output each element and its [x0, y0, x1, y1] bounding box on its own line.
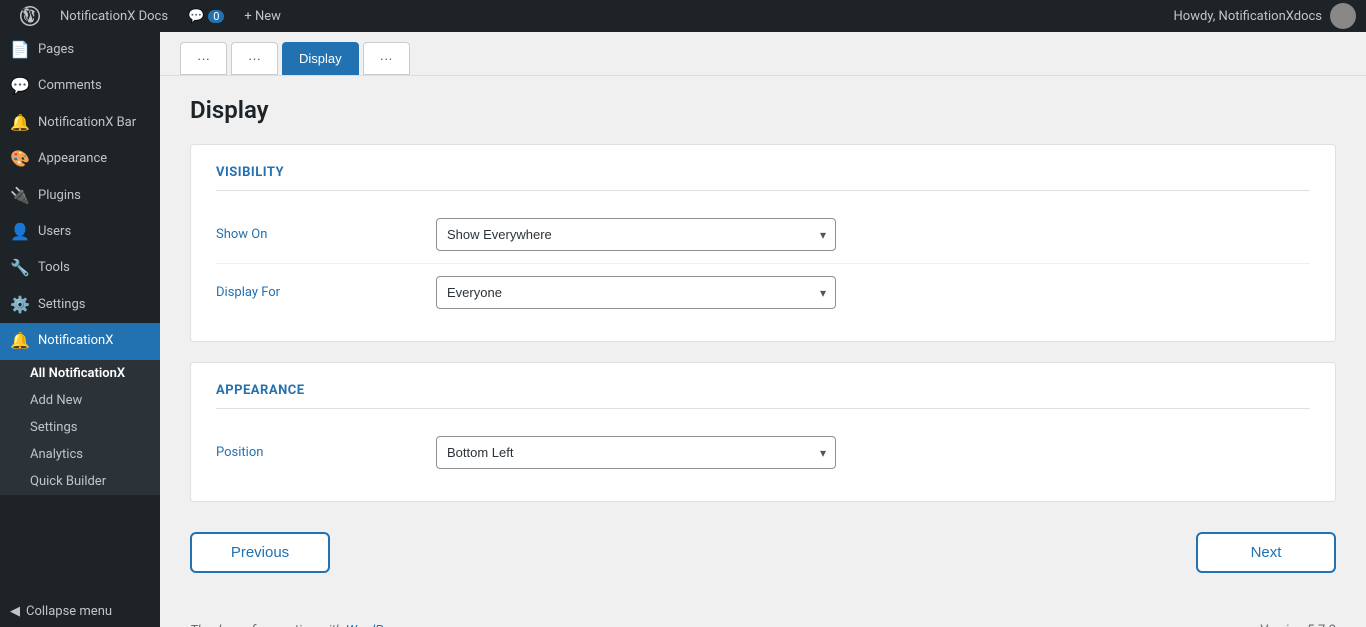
- show-on-select[interactable]: Show Everywhere Show on Specific Pages H…: [436, 218, 836, 251]
- appearance-icon: 🎨: [10, 148, 30, 170]
- visibility-section: VISIBILITY Show On Show Everywhere Show …: [190, 144, 1336, 342]
- position-select-wrapper: Bottom Left Bottom Right Top Left Top Ri…: [436, 436, 836, 469]
- sidebar-pages-label: Pages: [38, 41, 74, 59]
- plugins-icon: 🔌: [10, 185, 30, 207]
- tab-4[interactable]: ···: [363, 42, 410, 75]
- sidebar-item-tools[interactable]: 🔧 Tools: [0, 250, 160, 286]
- page-content: Display VISIBILITY Show On Show Everywhe…: [160, 76, 1366, 613]
- greeting-label: Howdy, NotificationXdocs: [1174, 9, 1322, 24]
- display-for-select-wrapper: Everyone Logged In Users Logged Out User…: [436, 276, 836, 309]
- site-name-label: NotificationX Docs: [60, 9, 168, 24]
- previous-button[interactable]: Previous: [190, 532, 330, 573]
- sidebar-comments-label: Comments: [38, 77, 102, 95]
- sidebar: 📄 Pages 💬 Comments 🔔 NotificationX Bar 🎨…: [0, 32, 160, 627]
- position-control: Bottom Left Bottom Right Top Left Top Ri…: [436, 436, 836, 469]
- sidebar-item-notificationx-bar[interactable]: 🔔 NotificationX Bar: [0, 105, 160, 141]
- tab-1[interactable]: ···: [180, 42, 227, 75]
- collapse-menu-button[interactable]: ◀ Collapse menu: [0, 596, 160, 627]
- sidebar-item-appearance[interactable]: 🎨 Appearance: [0, 141, 160, 177]
- footer-text: Thank you for creating with WordPress.: [190, 623, 410, 627]
- sidebar-appearance-label: Appearance: [38, 150, 107, 168]
- notificationx-bar-icon: 🔔: [10, 112, 30, 134]
- comment-count: 0: [208, 10, 224, 23]
- tabs-bar: ··· ··· Display ···: [160, 32, 1366, 76]
- position-label: Position: [216, 445, 416, 460]
- collapse-icon: ◀: [10, 604, 20, 619]
- wp-logo-button[interactable]: [10, 0, 50, 32]
- sidebar-item-all-notificationx[interactable]: All NotificationX: [0, 360, 160, 387]
- new-content-button[interactable]: + New: [234, 0, 291, 32]
- show-on-label: Show On: [216, 227, 416, 242]
- footer-thank-you: Thank you for creating with: [190, 623, 342, 627]
- admin-bar: NotificationX Docs 💬 0 + New Howdy, Noti…: [0, 0, 1366, 32]
- users-icon: 👤: [10, 221, 30, 243]
- settings-icon: ⚙️: [10, 294, 30, 316]
- sidebar-item-comments[interactable]: 💬 Comments: [0, 68, 160, 104]
- show-on-control: Show Everywhere Show on Specific Pages H…: [436, 218, 836, 251]
- appearance-section-title: APPEARANCE: [216, 383, 1310, 409]
- content-area: ··· ··· Display ··· Display VISIBILITY S…: [160, 32, 1366, 627]
- new-label: + New: [244, 9, 281, 24]
- pages-icon: 📄: [10, 39, 30, 61]
- tools-icon: 🔧: [10, 257, 30, 279]
- sidebar-item-settings-sub[interactable]: Settings: [0, 414, 160, 441]
- site-name-button[interactable]: NotificationX Docs: [50, 0, 178, 32]
- sidebar-submenu-notificationx: All NotificationX Add New Settings Analy…: [0, 360, 160, 495]
- display-for-label: Display For: [216, 285, 416, 300]
- sidebar-settings-label: Settings: [38, 296, 85, 314]
- comments-icon: 💬: [10, 75, 30, 97]
- sidebar-tools-label: Tools: [38, 259, 70, 277]
- footer-version: Version 5.7.2: [1260, 623, 1336, 627]
- comment-icon: 💬: [188, 9, 204, 24]
- sidebar-item-notificationx[interactable]: 🔔 NotificationX: [0, 323, 160, 359]
- footer-wordpress-link[interactable]: WordPress: [346, 623, 407, 627]
- notificationx-icon: 🔔: [10, 330, 30, 352]
- sidebar-item-plugins[interactable]: 🔌 Plugins: [0, 178, 160, 214]
- sidebar-users-label: Users: [38, 223, 71, 241]
- comments-button[interactable]: 💬 0: [178, 0, 234, 32]
- sidebar-item-analytics[interactable]: Analytics: [0, 441, 160, 468]
- sidebar-item-quick-builder[interactable]: Quick Builder: [0, 468, 160, 495]
- show-on-row: Show On Show Everywhere Show on Specific…: [216, 206, 1310, 264]
- sidebar-item-add-new[interactable]: Add New: [0, 387, 160, 414]
- collapse-menu-label: Collapse menu: [26, 604, 112, 619]
- show-on-select-wrapper: Show Everywhere Show on Specific Pages H…: [436, 218, 836, 251]
- display-for-control: Everyone Logged In Users Logged Out User…: [436, 276, 836, 309]
- position-row: Position Bottom Left Bottom Right Top Le…: [216, 424, 1310, 481]
- tab-2[interactable]: ···: [231, 42, 278, 75]
- sidebar-notificationx-bar-label: NotificationX Bar: [38, 114, 136, 132]
- position-select[interactable]: Bottom Left Bottom Right Top Left Top Ri…: [436, 436, 836, 469]
- wordpress-logo-icon: [20, 6, 40, 26]
- nav-buttons: Previous Next: [190, 522, 1336, 593]
- display-for-select[interactable]: Everyone Logged In Users Logged Out User…: [436, 276, 836, 309]
- display-for-row: Display For Everyone Logged In Users Log…: [216, 264, 1310, 321]
- footer: Thank you for creating with WordPress. V…: [160, 613, 1366, 627]
- visibility-section-title: VISIBILITY: [216, 165, 1310, 191]
- appearance-section: APPEARANCE Position Bottom Left Bottom R…: [190, 362, 1336, 502]
- sidebar-item-pages[interactable]: 📄 Pages: [0, 32, 160, 68]
- next-button[interactable]: Next: [1196, 532, 1336, 573]
- sidebar-item-users[interactable]: 👤 Users: [0, 214, 160, 250]
- tab-display[interactable]: Display: [282, 42, 359, 75]
- sidebar-notificationx-label: NotificationX: [38, 332, 113, 350]
- page-title: Display: [190, 96, 1336, 124]
- avatar: [1330, 3, 1356, 29]
- sidebar-plugins-label: Plugins: [38, 187, 81, 205]
- sidebar-item-settings[interactable]: ⚙️ Settings: [0, 287, 160, 323]
